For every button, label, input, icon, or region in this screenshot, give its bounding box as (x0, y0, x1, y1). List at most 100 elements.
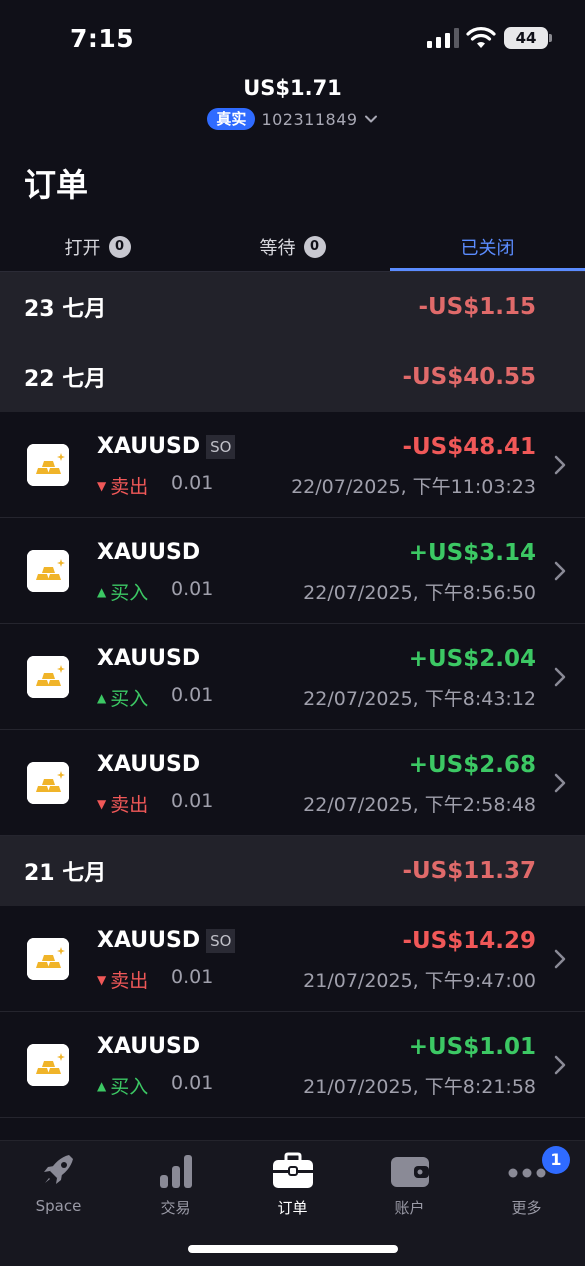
account-balance: US$1.71 (243, 76, 342, 100)
order-volume: 0.01 (171, 966, 214, 988)
date-group-header: 22 七月 -US$40.55 (0, 342, 585, 412)
date-group-header: 21 七月 -US$11.37 (0, 836, 585, 906)
order-tabs: 打开 0 等待 0 已关闭 (0, 222, 585, 272)
tabbar-account-label: 账户 (394, 1199, 425, 1217)
order-symbol: XAUUSD SO (97, 928, 236, 953)
symbol-text: XAUUSD (97, 928, 201, 953)
side-text: 买入 (110, 688, 149, 710)
tab-closed[interactable]: 已关闭 (390, 222, 585, 272)
battery-indicator: 44 (504, 27, 548, 49)
status-time: 7:15 (70, 24, 135, 53)
order-row[interactable]: XAUUSD ▼ 卖出 0.01 +US$2.68 22/07/2025, 下午2:58:… (0, 730, 585, 836)
order-side: ▲ 买入 (97, 578, 148, 605)
order-row[interactable]: XAUUSD SO ▼ 卖出 0.01 -US$48.41 22/07/2025, 下午11… (0, 412, 585, 518)
tab-pending-count: 0 (303, 236, 326, 258)
rocket-icon (43, 1155, 73, 1184)
account-type-badge: 真实 (207, 108, 256, 130)
order-row[interactable]: XAUUSD ▲ 买入 0.01 +US$1.01 21/07/2025, 下午8:21:… (0, 1012, 585, 1118)
stop-out-tag: SO (206, 928, 236, 953)
wifi-icon (466, 27, 496, 48)
chevron-down-icon (364, 115, 377, 123)
active-tab-indicator (390, 268, 585, 271)
order-symbol: XAUUSD (97, 540, 200, 565)
status-bar: 7:15 44 (0, 0, 585, 78)
order-side: ▼ 卖出 (97, 472, 148, 499)
more-notification-badge: 1 (542, 1146, 570, 1174)
order-profit: -US$48.41 (402, 434, 536, 460)
group-total: -US$11.37 (402, 858, 536, 884)
triangle-up-icon: ▲ (97, 690, 107, 705)
chevron-right-icon (553, 560, 567, 582)
order-profit: -US$14.29 (402, 928, 536, 954)
triangle-up-icon: ▲ (97, 1078, 107, 1093)
tabbar-trade[interactable]: 交易 (117, 1151, 234, 1221)
closed-orders-list[interactable]: 23 七月 -US$1.15 22 七月 -US$40.55 XAUUSD SO ▼ 卖出 0.… (0, 272, 585, 1140)
order-close-time: 21/07/2025, 下午8:21:58 (303, 1076, 536, 1098)
order-row[interactable]: XAUUSD SO ▼ 卖出 0.01 -US$14.29 21/07/2025, 下午9:… (0, 906, 585, 1012)
tabbar-space-label: Space (35, 1197, 82, 1215)
group-total: -US$40.55 (402, 364, 536, 390)
group-date: 22 七月 (24, 367, 107, 392)
symbol-text: XAUUSD (97, 540, 201, 565)
tab-pending[interactable]: 等待 0 (195, 222, 390, 272)
order-volume: 0.01 (171, 472, 214, 494)
tab-open-label: 打开 (64, 238, 101, 259)
group-date: 23 七月 (24, 297, 107, 322)
order-volume: 0.01 (171, 1072, 214, 1094)
account-selector[interactable]: 真实 102311849 (0, 108, 585, 130)
tab-open[interactable]: 打开 0 (0, 222, 195, 272)
wallet-icon (390, 1157, 429, 1187)
order-side: ▲ 买入 (97, 1072, 148, 1099)
order-symbol: XAUUSD SO (97, 434, 236, 459)
triangle-up-icon: ▲ (97, 584, 107, 599)
order-symbol: XAUUSD (97, 752, 200, 777)
cellular-signal-icon (427, 28, 459, 48)
order-profit: +US$3.14 (408, 540, 536, 566)
triangle-down-icon: ▼ (97, 796, 107, 811)
order-profit: +US$2.68 (408, 752, 536, 778)
side-text: 卖出 (110, 970, 149, 992)
side-text: 卖出 (110, 476, 149, 498)
gold-bars-icon (27, 656, 69, 698)
tabbar-account[interactable]: 账户 (351, 1151, 468, 1221)
tab-closed-label: 已关闭 (460, 238, 515, 259)
home-indicator[interactable] (188, 1245, 398, 1253)
order-close-time: 22/07/2025, 下午2:58:48 (303, 794, 536, 816)
bar-chart-icon (159, 1155, 192, 1188)
tabbar-orders-label: 订单 (277, 1199, 308, 1217)
order-volume: 0.01 (171, 684, 214, 706)
battery-nub (549, 34, 552, 42)
order-row[interactable]: XAUUSD ▲ 买入 0.01 +US$3.14 22/07/2025, 下午8:56:… (0, 518, 585, 624)
triangle-down-icon: ▼ (97, 478, 107, 493)
briefcase-icon (272, 1152, 313, 1188)
chevron-right-icon (553, 666, 567, 688)
chevron-right-icon (553, 1054, 567, 1076)
order-close-time: 22/07/2025, 下午8:43:12 (303, 688, 536, 710)
group-total: -US$1.15 (418, 294, 536, 320)
gold-bars-icon (27, 938, 69, 980)
order-volume: 0.01 (171, 578, 214, 600)
tabbar-space[interactable]: Space (0, 1151, 117, 1221)
order-close-time: 22/07/2025, 下午11:03:23 (291, 476, 536, 498)
gold-bars-icon (27, 550, 69, 592)
order-side: ▼ 卖出 (97, 966, 148, 993)
symbol-text: XAUUSD (97, 646, 201, 671)
order-symbol: XAUUSD (97, 1034, 200, 1059)
tabbar-orders[interactable]: 订单 (234, 1151, 351, 1221)
gold-bars-icon (27, 762, 69, 804)
chevron-right-icon (553, 454, 567, 476)
order-side: ▲ 买入 (97, 684, 148, 711)
order-row[interactable]: XAUUSD ▲ 买入 0.01 +US$2.04 22/07/2025, 下午8:43:… (0, 624, 585, 730)
order-volume: 0.01 (171, 790, 214, 812)
order-profit: +US$2.04 (408, 646, 536, 672)
order-close-time: 21/07/2025, 下午9:47:00 (303, 970, 536, 992)
order-profit: +US$1.01 (408, 1034, 536, 1060)
symbol-text: XAUUSD (97, 1034, 201, 1059)
order-side: ▼ 卖出 (97, 790, 148, 817)
side-text: 卖出 (110, 794, 149, 816)
tab-pending-label: 等待 (259, 238, 296, 259)
side-text: 买入 (110, 1076, 149, 1098)
symbol-text: XAUUSD (97, 752, 201, 777)
account-number: 102311849 (261, 109, 358, 129)
symbol-text: XAUUSD (97, 434, 201, 459)
